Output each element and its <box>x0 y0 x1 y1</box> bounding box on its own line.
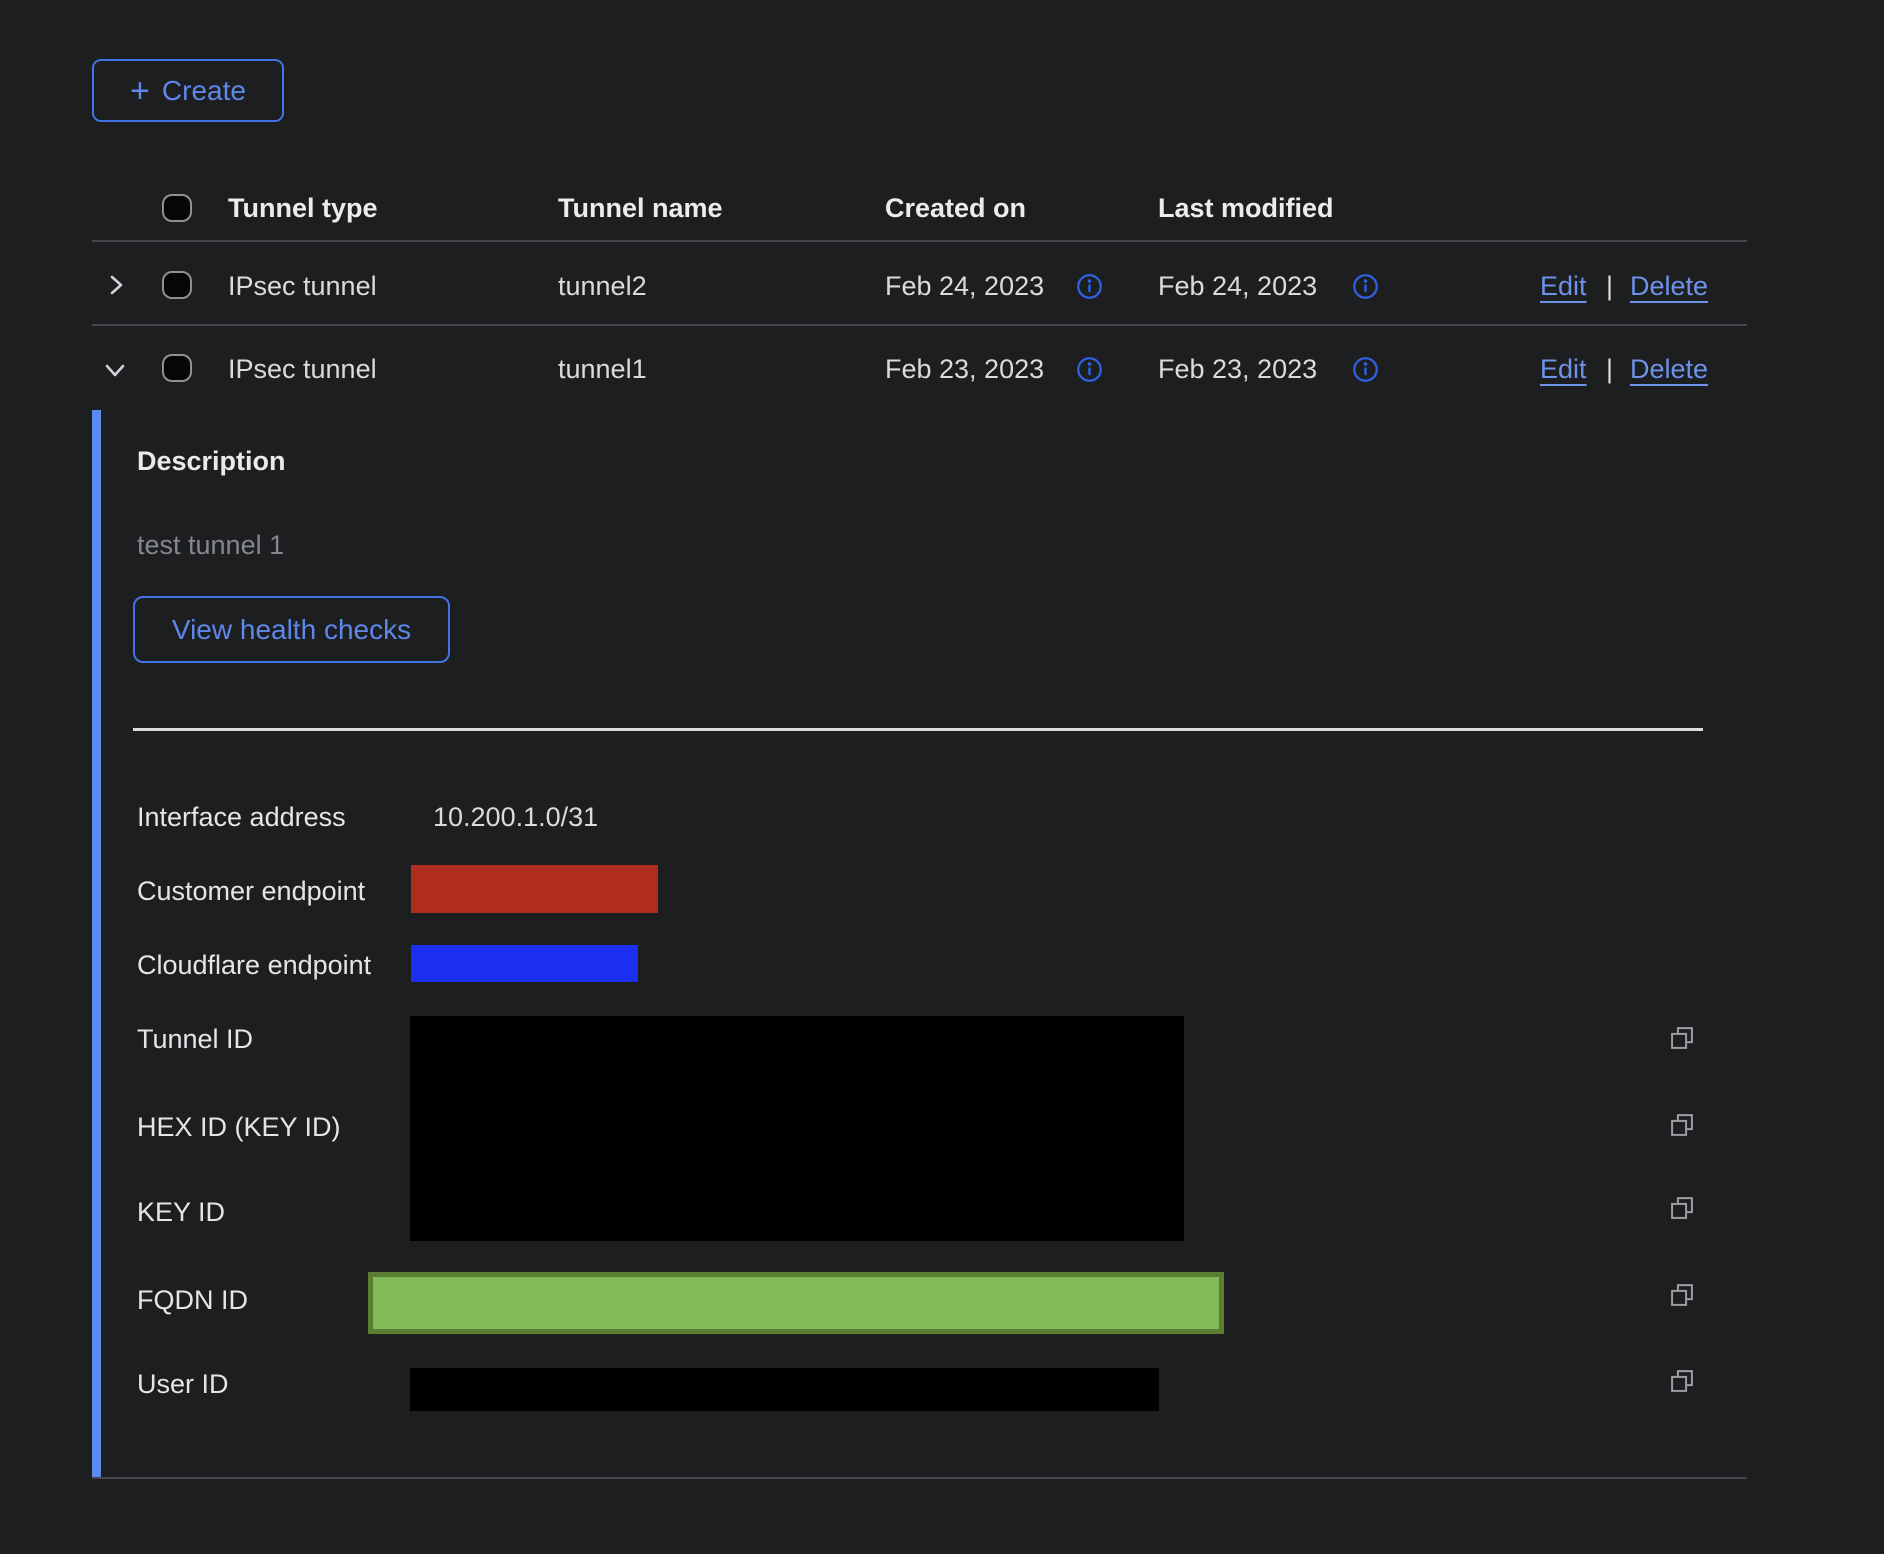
tunnel-name-cell: tunnel1 <box>558 352 647 386</box>
copy-icon[interactable] <box>1668 1024 1696 1052</box>
key-id-label: KEY ID <box>137 1195 225 1229</box>
created-on-cell: Feb 24, 2023 <box>885 269 1044 303</box>
customer-endpoint-label: Customer endpoint <box>137 874 365 908</box>
header-divider <box>92 240 1747 242</box>
ids-redacted-block <box>410 1016 1184 1241</box>
detail-section-divider <box>133 728 1703 731</box>
create-button[interactable]: + Create <box>92 59 284 122</box>
cloudflare-endpoint-redacted-value <box>411 945 638 982</box>
delete-link[interactable]: Delete <box>1630 269 1708 303</box>
column-header-last-modified: Last modified <box>1158 191 1334 225</box>
expanded-row-bottom-divider <box>92 1477 1747 1479</box>
customer-endpoint-redacted-value <box>411 865 658 913</box>
create-button-label: Create <box>162 75 246 107</box>
user-id-label: User ID <box>137 1367 229 1401</box>
chevron-down-icon[interactable] <box>102 358 128 385</box>
delete-link[interactable]: Delete <box>1630 352 1708 386</box>
action-separator: | <box>1606 352 1613 386</box>
description-label: Description <box>137 444 286 478</box>
tunnels-page: + Create Tunnel type Tunnel name Created… <box>0 0 1884 1554</box>
edit-link[interactable]: Edit <box>1540 269 1587 303</box>
created-on-cell: Feb 23, 2023 <box>885 352 1044 386</box>
last-modified-cell: Feb 23, 2023 <box>1158 352 1317 386</box>
fqdn-id-redacted-value <box>368 1272 1224 1334</box>
select-all-checkbox[interactable] <box>162 194 192 222</box>
info-icon[interactable] <box>1076 273 1103 305</box>
chevron-right-icon[interactable] <box>104 273 128 300</box>
view-health-checks-label: View health checks <box>172 614 411 646</box>
view-health-checks-button[interactable]: View health checks <box>133 596 450 663</box>
info-icon[interactable] <box>1352 273 1379 305</box>
action-separator: | <box>1606 269 1613 303</box>
interface-address-value: 10.200.1.0/31 <box>433 800 598 834</box>
info-icon[interactable] <box>1076 356 1103 388</box>
fqdn-id-label: FQDN ID <box>137 1283 248 1317</box>
copy-icon[interactable] <box>1668 1194 1696 1222</box>
tunnel-type-cell: IPsec tunnel <box>228 269 377 303</box>
expanded-row-accent-bar <box>92 410 101 1478</box>
hex-id-label: HEX ID (KEY ID) <box>137 1110 341 1144</box>
row-checkbox[interactable] <box>162 354 192 382</box>
plus-icon: + <box>130 77 150 105</box>
cloudflare-endpoint-label: Cloudflare endpoint <box>137 948 371 982</box>
row-checkbox[interactable] <box>162 271 192 299</box>
copy-icon[interactable] <box>1668 1111 1696 1139</box>
tunnel-name-cell: tunnel2 <box>558 269 647 303</box>
edit-link[interactable]: Edit <box>1540 352 1587 386</box>
user-id-redacted-value <box>410 1368 1159 1411</box>
tunnel-type-cell: IPsec tunnel <box>228 352 377 386</box>
copy-icon[interactable] <box>1668 1281 1696 1309</box>
info-icon[interactable] <box>1352 356 1379 388</box>
column-header-tunnel-type: Tunnel type <box>228 191 378 225</box>
copy-icon[interactable] <box>1668 1367 1696 1395</box>
column-header-created-on: Created on <box>885 191 1026 225</box>
row-divider <box>92 324 1747 326</box>
column-header-tunnel-name: Tunnel name <box>558 191 723 225</box>
last-modified-cell: Feb 24, 2023 <box>1158 269 1317 303</box>
tunnel-id-label: Tunnel ID <box>137 1022 253 1056</box>
description-value: test tunnel 1 <box>137 528 284 562</box>
interface-address-label: Interface address <box>137 800 346 834</box>
